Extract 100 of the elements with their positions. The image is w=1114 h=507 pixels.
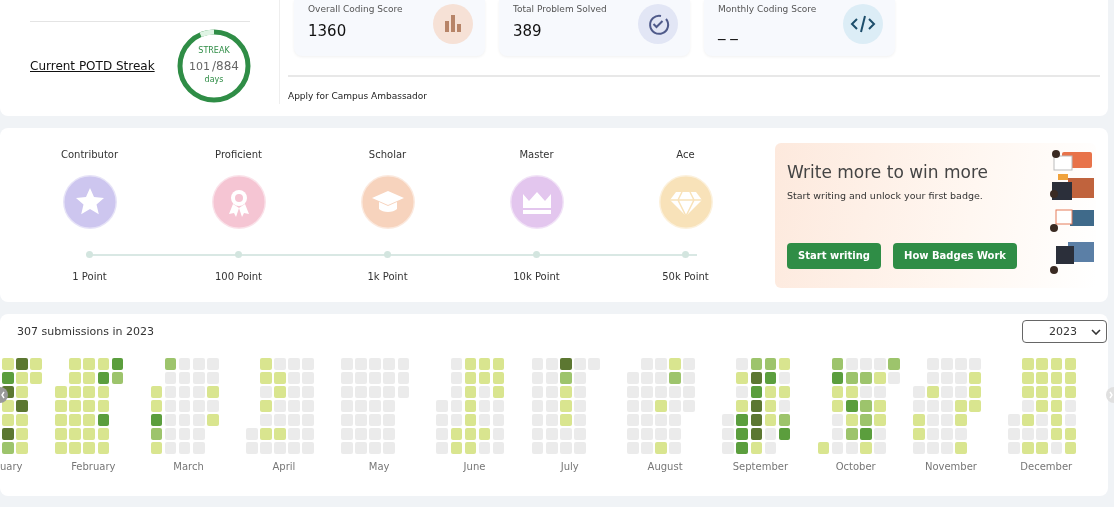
check-circle-icon (638, 4, 678, 44)
day-cell (492, 372, 505, 384)
day-cell (16, 400, 28, 412)
day-cell (2, 358, 14, 370)
day-cell (97, 372, 110, 384)
day-cell (1050, 386, 1063, 398)
day-cell (83, 358, 96, 370)
day-cell (845, 400, 858, 412)
day-cell (831, 386, 844, 398)
day-cell (874, 414, 886, 426)
day-cell (2, 442, 14, 455)
streak-link[interactable]: Current POTD Streak (30, 59, 155, 73)
scroll-left-icon[interactable] (0, 387, 8, 403)
streak-total: /884 (212, 59, 239, 73)
badge-name: Proficient (215, 148, 262, 160)
day-cell (1036, 358, 1049, 370)
promo-button[interactable]: Start writing (787, 242, 881, 269)
day-cell (69, 428, 82, 441)
day-cell (559, 414, 572, 426)
day-cell (1050, 428, 1063, 441)
stat-value: _ _ (718, 22, 739, 40)
day-cell (450, 442, 463, 455)
day-cell (859, 442, 872, 455)
day-cell (259, 358, 272, 370)
day-cell (464, 400, 477, 412)
day-cell (778, 358, 791, 370)
day-cell (16, 372, 28, 384)
campus-ambassador-link[interactable]: Apply for Campus Ambassador (288, 91, 1108, 101)
stat-label: Overall Coding Score (308, 4, 403, 14)
day-cell (1022, 428, 1035, 441)
day-cell (778, 428, 791, 441)
day-cell (16, 358, 28, 370)
day-cell (83, 400, 96, 412)
day-cell (1022, 414, 1035, 426)
day-cell (750, 400, 763, 412)
day-cell (874, 372, 886, 384)
stat-value: 389 (513, 22, 543, 40)
month-label: October (834, 461, 877, 473)
day-cell (888, 358, 900, 370)
stat-label: Total Problem Solved (513, 4, 607, 14)
day-cell (1064, 386, 1077, 398)
day-cell (750, 428, 763, 441)
badge-name: Master (519, 148, 554, 160)
day-cell (669, 372, 681, 384)
day-cell (69, 400, 82, 412)
day-cell (464, 386, 477, 398)
day-cell (259, 400, 272, 412)
day-cell (764, 400, 777, 412)
day-cell (111, 358, 124, 370)
promo-button[interactable]: How Badges Work (893, 242, 1017, 269)
day-cell (1022, 386, 1035, 398)
day-cell (912, 428, 925, 441)
month-label: February (70, 461, 117, 473)
day-cell (150, 386, 163, 398)
day-cell (559, 372, 572, 384)
day-cell (69, 414, 82, 426)
month-label: August (646, 461, 684, 473)
day-cell (492, 386, 505, 398)
day-cell (750, 414, 763, 426)
stat-label: Monthly Coding Score (718, 4, 817, 14)
day-cell (778, 414, 791, 426)
day-cell (464, 358, 477, 370)
day-cell (845, 428, 858, 441)
day-cell (97, 414, 110, 426)
day-cell (831, 372, 844, 384)
day-cell (817, 442, 830, 455)
day-cell (206, 414, 219, 426)
month-label: July (559, 461, 580, 473)
day-cell (55, 442, 67, 455)
month-label: September (731, 461, 789, 473)
day-cell (1064, 372, 1077, 384)
day-cell (912, 414, 925, 426)
day-cell (16, 428, 28, 441)
month-label: November (923, 461, 978, 473)
month-label: May (367, 461, 391, 473)
year-dropdown[interactable]: 2023 (1022, 320, 1107, 343)
month-label: March (172, 461, 205, 473)
badge-points: 1k Point (367, 270, 408, 282)
day-cell (97, 442, 110, 455)
day-cell (1064, 358, 1077, 370)
day-cell (1064, 428, 1077, 441)
day-cell (83, 372, 96, 384)
day-cell (969, 400, 981, 412)
day-cell (559, 386, 572, 398)
day-cell (722, 442, 735, 455)
day-cell (206, 386, 219, 398)
streak-current: 101 (189, 60, 210, 73)
day-cell (111, 372, 124, 384)
day-cell (874, 400, 886, 412)
day-cell (845, 372, 858, 384)
day-cell (1050, 358, 1063, 370)
day-cell (764, 358, 777, 370)
day-cell (1036, 386, 1049, 398)
day-cell (274, 386, 286, 398)
code-icon (843, 4, 883, 44)
day-cell (464, 372, 477, 384)
day-cell (164, 358, 177, 370)
day-cell (492, 358, 505, 370)
day-cell (478, 372, 491, 384)
day-cell (750, 442, 763, 455)
